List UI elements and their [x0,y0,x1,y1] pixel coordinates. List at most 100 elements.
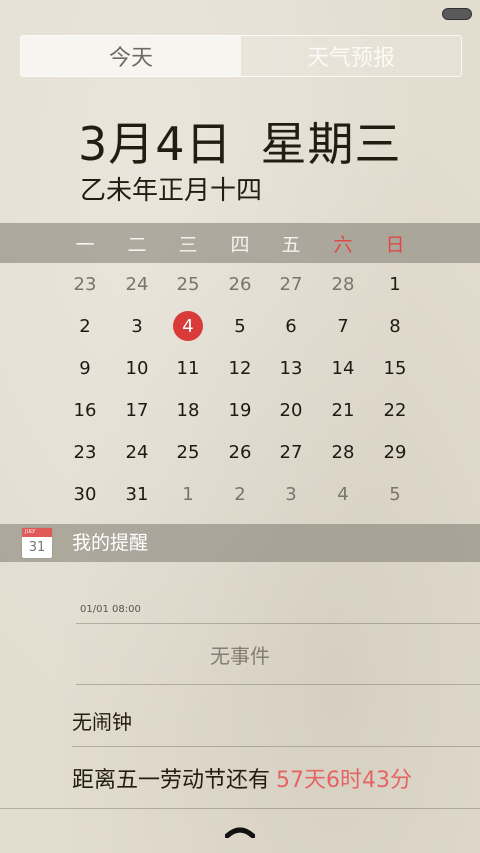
widget-screen: 今天 天气预报 3月4日 星期三 乙未年正月十四 一二三四五六日 23 24 25 26… [0,0,480,853]
divider [0,808,480,809]
chevron-up-icon[interactable] [225,826,255,838]
weekday-header: 一二三四五六日 [0,223,480,263]
calendar-day[interactable]: 26 [220,432,260,472]
calendar-day[interactable]: 2 [220,474,260,514]
calendar-day[interactable]: 31 [117,474,157,514]
no-alarm-text[interactable]: 无闹钟 [72,706,132,735]
calendar-day[interactable]: 26 [220,264,260,304]
calendar-day[interactable]: 24 [117,264,157,304]
calendar-day-number: 31 [125,483,149,505]
calendar-day[interactable]: 1 [168,474,208,514]
calendar-day[interactable]: 8 [375,306,415,346]
calendar-day[interactable]: 14 [323,348,363,388]
calendar-day-number: 24 [125,441,149,463]
date-text: 3月4日 [78,117,233,171]
calendar-icon-day: 31 [28,540,46,555]
weekday-text: 星期三 [260,117,402,171]
calendar-day[interactable]: 16 [65,390,105,430]
calendar-day-number: 10 [125,357,149,379]
calendar-day-number: 8 [389,315,401,337]
calendar-day-number: 26 [228,273,252,295]
calendar-day[interactable]: 3 [271,474,311,514]
event-time: 01/01 08:00 [80,604,141,615]
calendar-day[interactable]: 22 [375,390,415,430]
divider [76,623,480,624]
no-event-text[interactable]: 无事件 [0,640,480,669]
weekday-label: 日 [385,233,405,256]
divider [76,684,480,685]
calendar-day-number: 1 [182,483,194,505]
calendar-day[interactable]: 27 [271,264,311,304]
calendar-day[interactable]: 10 [117,348,157,388]
tab-weather[interactable]: 天气预报 [241,36,461,76]
calendar-day-number: 28 [331,441,355,463]
calendar-icon-month: JULY [22,528,52,537]
calendar-day[interactable]: 25 [168,432,208,472]
weekday-label: 三 [178,233,198,256]
calendar-day-number: 14 [331,357,355,379]
countdown-label: 距离五一劳动节还有 [72,768,271,793]
calendar-day[interactable]: 2 [65,306,105,346]
calendar-day[interactable]: 25 [168,264,208,304]
calendar-day-number: 23 [73,441,97,463]
calendar-day[interactable]: 7 [323,306,363,346]
calendar-day[interactable]: 21 [323,390,363,430]
calendar-day[interactable]: 30 [65,474,105,514]
calendar-day[interactable]: 23 [65,264,105,304]
calendar-grid: 23 24 25 26 27 28 1 2 3 4 5 6 7 8 9 10 11 12 13 14 15 16 17 18 1… [0,262,480,516]
calendar-day-number: 21 [331,399,355,421]
calendar-day[interactable]: 17 [117,390,157,430]
calendar-day-number: 9 [79,357,91,379]
calendar-day-number: 20 [279,399,303,421]
tab-bar: 今天 天气预报 [20,35,462,77]
calendar-day[interactable]: 28 [323,264,363,304]
calendar-day[interactable]: 18 [168,390,208,430]
calendar-day[interactable]: 5 [375,474,415,514]
calendar-day-number: 27 [279,441,303,463]
calendar-day-number: 26 [228,441,252,463]
calendar-day-number: 2 [234,483,246,505]
calendar-day[interactable]: 27 [271,432,311,472]
weekday-label: 四 [230,233,250,256]
calendar-day[interactable]: 3 [117,306,157,346]
calendar-day[interactable]: 29 [375,432,415,472]
weekday-label: 六 [333,233,353,256]
calendar-day[interactable]: 5 [220,306,260,346]
calendar-day[interactable]: 1 [375,264,415,304]
calendar-day[interactable]: 24 [117,432,157,472]
calendar-day-number: 3 [131,315,143,337]
calendar-day[interactable]: 23 [65,432,105,472]
calendar-day[interactable]: 20 [271,390,311,430]
lunar-date: 乙未年正月十四 [80,176,263,206]
calendar-day-number: 19 [228,399,252,421]
weekday-label: 一 [75,233,95,256]
calendar-day[interactable]: 12 [220,348,260,388]
calendar-icon[interactable]: JULY 31 [22,528,52,558]
calendar-day-number: 18 [176,399,200,421]
reminder-title: 我的提醒 [72,532,149,554]
calendar-day[interactable]: 19 [220,390,260,430]
calendar-day[interactable]: 15 [375,348,415,388]
calendar-day-number: 27 [279,273,303,295]
calendar-day-today[interactable]: 4 [168,306,208,346]
calendar-day-number: 5 [389,483,401,505]
calendar-day-number: 5 [234,315,246,337]
calendar-day-number: 17 [125,399,149,421]
calendar-day-number: 25 [176,273,200,295]
divider [72,746,480,747]
calendar-day-number: 12 [228,357,252,379]
calendar-day[interactable]: 9 [65,348,105,388]
calendar-day[interactable]: 11 [168,348,208,388]
tab-today[interactable]: 今天 [21,36,241,76]
calendar-day-number: 7 [337,315,349,337]
calendar-day-number: 22 [383,399,407,421]
calendar-day[interactable]: 4 [323,474,363,514]
calendar-day[interactable]: 28 [323,432,363,472]
calendar-day-number: 29 [383,441,407,463]
calendar-day[interactable]: 6 [271,306,311,346]
calendar-day-number: 2 [79,315,91,337]
calendar-day-number: 16 [73,399,97,421]
calendar-day[interactable]: 13 [271,348,311,388]
calendar-day-number: 13 [279,357,303,379]
countdown-value: 57天6时43分 [276,768,413,793]
